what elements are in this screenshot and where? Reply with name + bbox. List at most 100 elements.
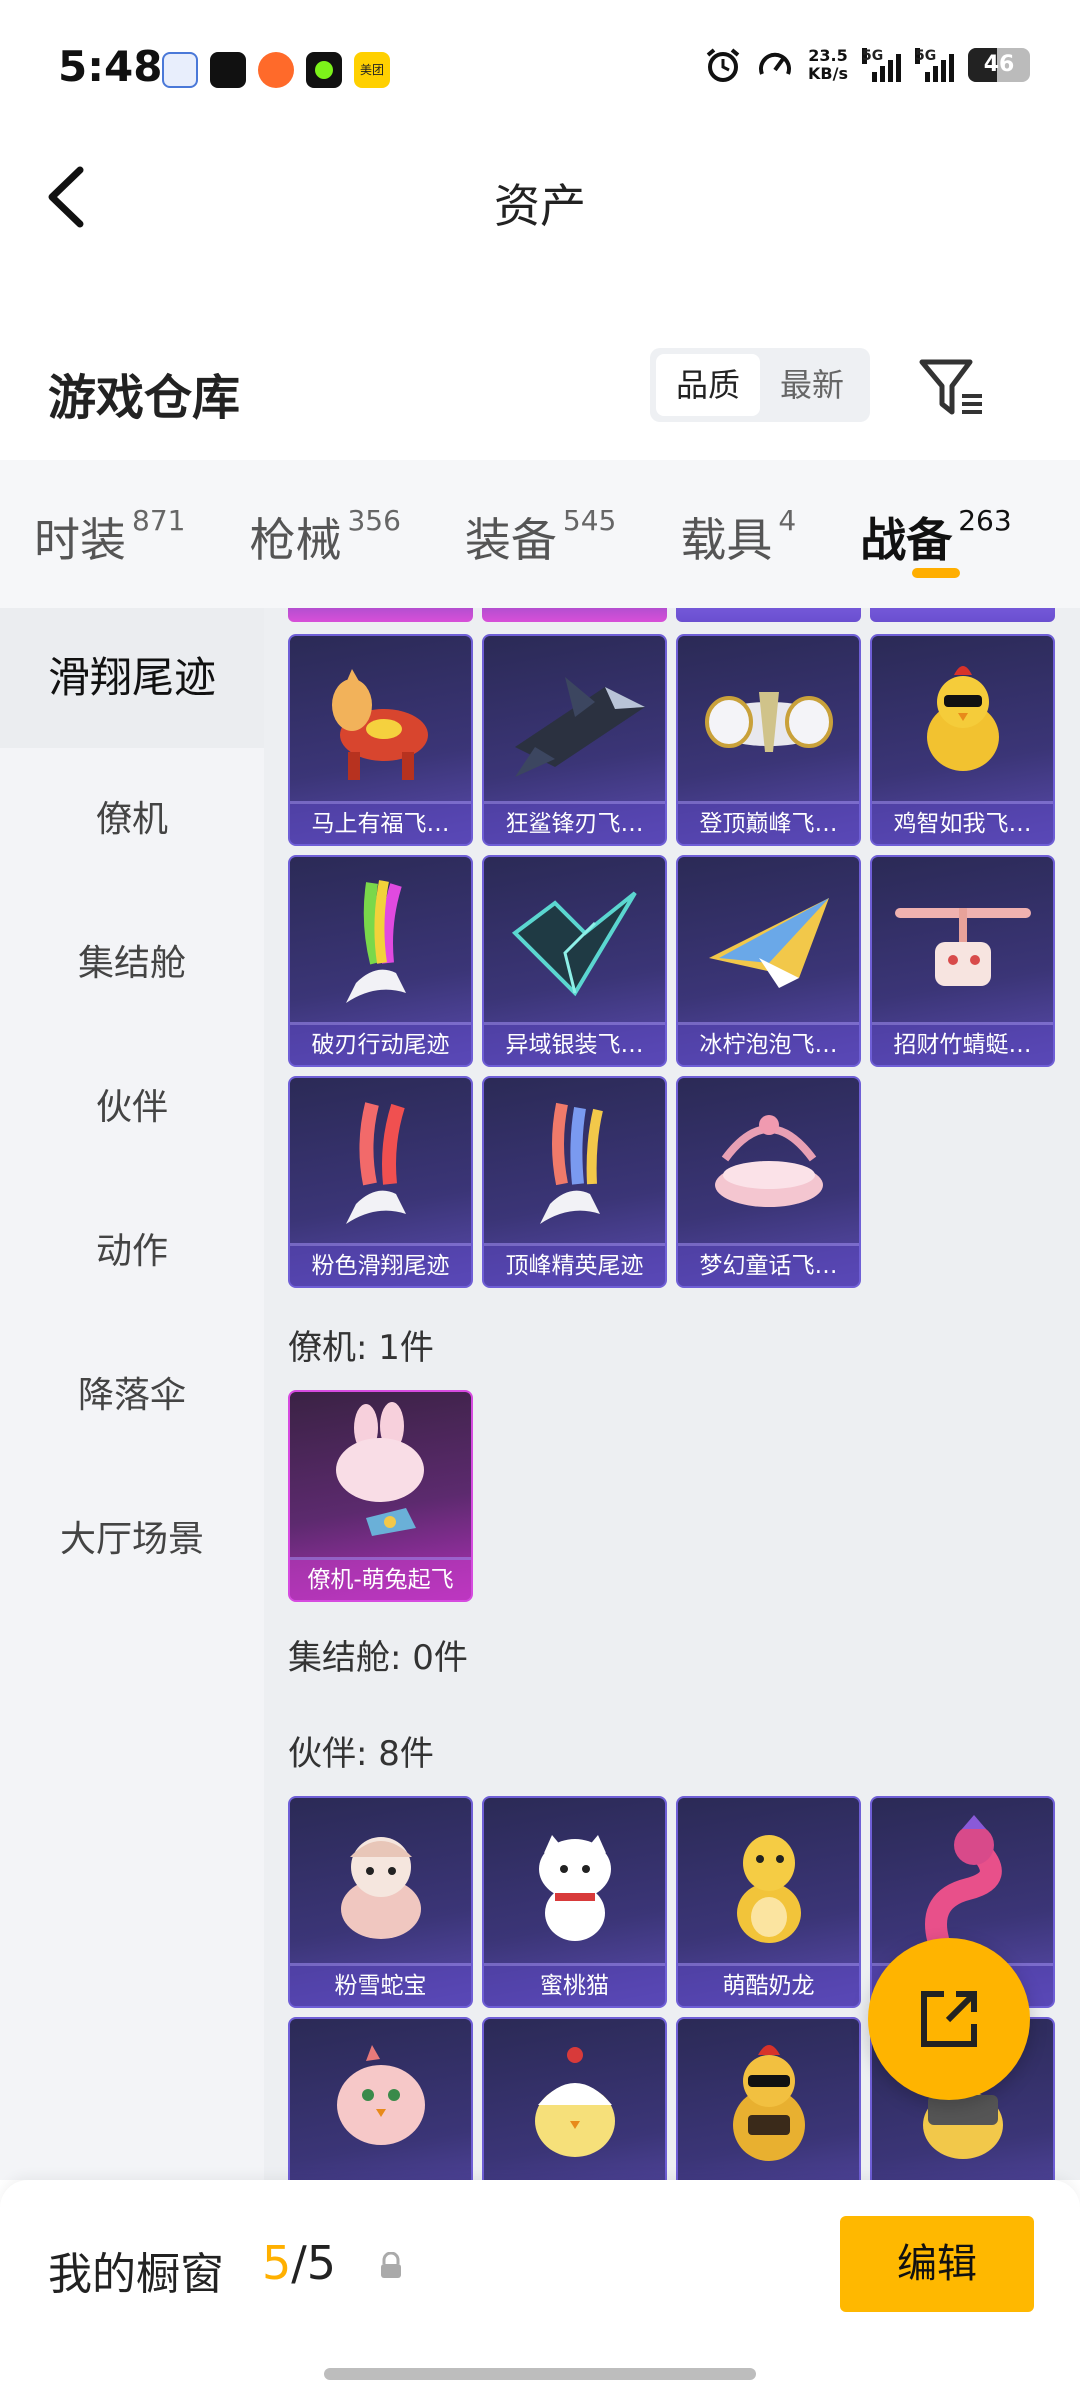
item-label: 僚机-萌兔起飞 bbox=[290, 1560, 471, 1600]
alarm-icon bbox=[706, 48, 740, 82]
item-card[interactable] bbox=[676, 2017, 861, 2180]
sidebar-item-parachute[interactable]: 降落伞 bbox=[0, 1324, 264, 1468]
share-export-button[interactable] bbox=[868, 1938, 1030, 2100]
tab-guns[interactable]: 枪械 356 bbox=[249, 460, 400, 608]
wingman-section-title: 僚机: 1件 bbox=[288, 1328, 434, 1368]
dragon-partner-icon bbox=[678, 1798, 859, 1970]
item-card[interactable]: 异域银装飞… bbox=[482, 855, 667, 1067]
pink-trail-icon bbox=[290, 1078, 471, 1250]
item-label: 登顶巅峰飞… bbox=[678, 804, 859, 844]
category-tabs: 时装 871 枪械 356 装备 545 载具 4 战备 263 bbox=[0, 460, 1080, 608]
item-label: 马上有福飞… bbox=[290, 804, 471, 844]
glide-trail-grid: 马上有福飞… 狂鲨锋刃飞… 登顶巅峰飞… 鸡智如我飞… 破刃行动尾迹 异域银装飞… bbox=[288, 634, 1055, 1288]
item-card[interactable] bbox=[288, 2017, 473, 2180]
tiktok-app-icon bbox=[210, 52, 246, 88]
shark-glider-icon bbox=[484, 636, 665, 808]
item-label: 破刃行动尾迹 bbox=[290, 1025, 471, 1065]
item-card[interactable]: 萌酷奶龙 bbox=[676, 1796, 861, 2008]
speed-gauge-icon bbox=[759, 52, 792, 75]
sidebar-item-rally-pod[interactable]: 集结舱 bbox=[0, 892, 264, 1036]
sort-toggle: 品质 最新 bbox=[650, 348, 870, 422]
fairytale-glider-icon bbox=[678, 1078, 859, 1250]
rainbow-trail-icon bbox=[290, 857, 471, 1029]
showcase-count: 5/5 bbox=[262, 2236, 337, 2290]
item-card[interactable]: 登顶巅峰飞… bbox=[676, 634, 861, 846]
rooster-partner-icon bbox=[678, 2019, 859, 2180]
signal-sim2-icon: 5G bbox=[915, 48, 954, 82]
tab-vehicles[interactable]: 载具 4 bbox=[680, 460, 796, 608]
bunny-wingman-icon bbox=[290, 1392, 471, 1564]
sidebar-item-partner[interactable]: 伙伴 bbox=[0, 1036, 264, 1180]
item-label: 冰柠泡泡飞… bbox=[678, 1025, 859, 1065]
item-label: 蜜桃猫 bbox=[484, 1966, 665, 2006]
signal-sim1-icon: 5G bbox=[862, 48, 901, 82]
chicken-glider-icon bbox=[872, 636, 1053, 808]
rally-pod-section-title: 集结舱: 0件 bbox=[288, 1638, 468, 1678]
item-card[interactable]: 蜜桃猫 bbox=[482, 1796, 667, 2008]
battery-icon: 46 bbox=[968, 48, 1030, 82]
item-label: 梦幻童话飞… bbox=[678, 1246, 859, 1286]
item-label: 招财竹蜻蜓… bbox=[872, 1025, 1053, 1065]
tab-combat-gear[interactable]: 战备 263 bbox=[860, 460, 1012, 608]
item-card[interactable]: 招财竹蜻蜓… bbox=[870, 855, 1055, 1067]
item-label: 顶峰精英尾迹 bbox=[484, 1246, 665, 1286]
external-link-icon bbox=[921, 1991, 977, 2047]
item-card[interactable]: 僚机-萌兔起飞 bbox=[288, 1390, 473, 1602]
item-card[interactable]: 破刃行动尾迹 bbox=[288, 855, 473, 1067]
app-header: 资产 bbox=[0, 140, 1080, 260]
filter-icon[interactable] bbox=[918, 356, 988, 420]
sidebar-item-wingman[interactable]: 僚机 bbox=[0, 748, 264, 892]
item-card[interactable]: 鸡智如我飞… bbox=[870, 634, 1055, 846]
meituan-app-icon: 美团 bbox=[354, 52, 390, 88]
green-dot-app-icon bbox=[306, 52, 342, 88]
clock: 5:48 bbox=[58, 42, 163, 91]
item-label: 粉雪蛇宝 bbox=[290, 1966, 471, 2006]
snake-partner-icon bbox=[290, 1798, 471, 1970]
item-card[interactable]: 冰柠泡泡飞… bbox=[676, 855, 861, 1067]
status-bar: 5:48 美团 23.5 KB/s 5G 5G 46 bbox=[0, 0, 1080, 140]
active-tab-indicator bbox=[912, 568, 961, 578]
sort-latest-option[interactable]: 最新 bbox=[760, 354, 864, 416]
item-label: 粉色滑翔尾迹 bbox=[290, 1246, 471, 1286]
sort-quality-option[interactable]: 品质 bbox=[656, 354, 760, 416]
sidebar-item-lobby-scene[interactable]: 大厅场景 bbox=[0, 1468, 264, 1612]
system-icons: 23.5 KB/s 5G 5G 46 bbox=[704, 46, 1030, 84]
warehouse-title: 游戏仓库 bbox=[48, 370, 241, 426]
sidebar-item-glide-trail[interactable]: 滑翔尾迹 bbox=[0, 608, 264, 748]
net-speed: 23.5 KB/s bbox=[808, 46, 848, 83]
tab-equipment[interactable]: 装备 545 bbox=[465, 460, 616, 608]
showcase-bar: 我的橱窗 5/5 编辑 bbox=[0, 2180, 1080, 2400]
sidebar-item-emote[interactable]: 动作 bbox=[0, 1180, 264, 1324]
item-label: 狂鲨锋刃飞… bbox=[484, 804, 665, 844]
partner-section-title: 伙伴: 8件 bbox=[288, 1734, 434, 1774]
notification-icons: 美团 bbox=[162, 52, 390, 88]
tab-fashion[interactable]: 时装 871 bbox=[34, 460, 185, 608]
pink-bird-partner-icon bbox=[290, 2019, 471, 2180]
item-label: 异域银装飞… bbox=[484, 1025, 665, 1065]
item-card[interactable]: 狂鲨锋刃飞… bbox=[482, 634, 667, 846]
elite-trail-icon bbox=[484, 1078, 665, 1250]
sidebar: 滑翔尾迹 僚机 集结舱 伙伴 动作 降落伞 大厅场景 bbox=[0, 608, 264, 2180]
edit-button[interactable]: 编辑 bbox=[840, 2216, 1034, 2312]
cat-partner-icon bbox=[484, 1798, 665, 1970]
item-card[interactable]: 粉色滑翔尾迹 bbox=[288, 1076, 473, 1288]
wing-glider-icon bbox=[484, 857, 665, 1029]
wingman-grid: 僚机-萌兔起飞 bbox=[288, 1390, 1055, 1602]
item-label: 鸡智如我飞… bbox=[872, 804, 1053, 844]
copter-glider-icon bbox=[872, 857, 1053, 1029]
page-title: 资产 bbox=[494, 179, 586, 233]
home-indicator[interactable] bbox=[324, 2368, 756, 2380]
item-label: 萌酷奶龙 bbox=[678, 1966, 859, 2006]
horse-glider-icon bbox=[290, 636, 471, 808]
item-card[interactable]: 粉雪蛇宝 bbox=[288, 1796, 473, 2008]
plane-glider-icon bbox=[678, 857, 859, 1029]
item-card[interactable]: 马上有福飞… bbox=[288, 634, 473, 846]
item-card[interactable] bbox=[482, 2017, 667, 2180]
mail-app-icon bbox=[162, 52, 198, 88]
cut-off-row bbox=[288, 608, 1055, 622]
chick-partner-icon bbox=[484, 2019, 665, 2180]
lock-icon bbox=[381, 2252, 401, 2278]
showcase-label: 我的橱窗 bbox=[48, 2249, 224, 2300]
item-card[interactable]: 梦幻童话飞… bbox=[676, 1076, 861, 1288]
item-card[interactable]: 顶峰精英尾迹 bbox=[482, 1076, 667, 1288]
